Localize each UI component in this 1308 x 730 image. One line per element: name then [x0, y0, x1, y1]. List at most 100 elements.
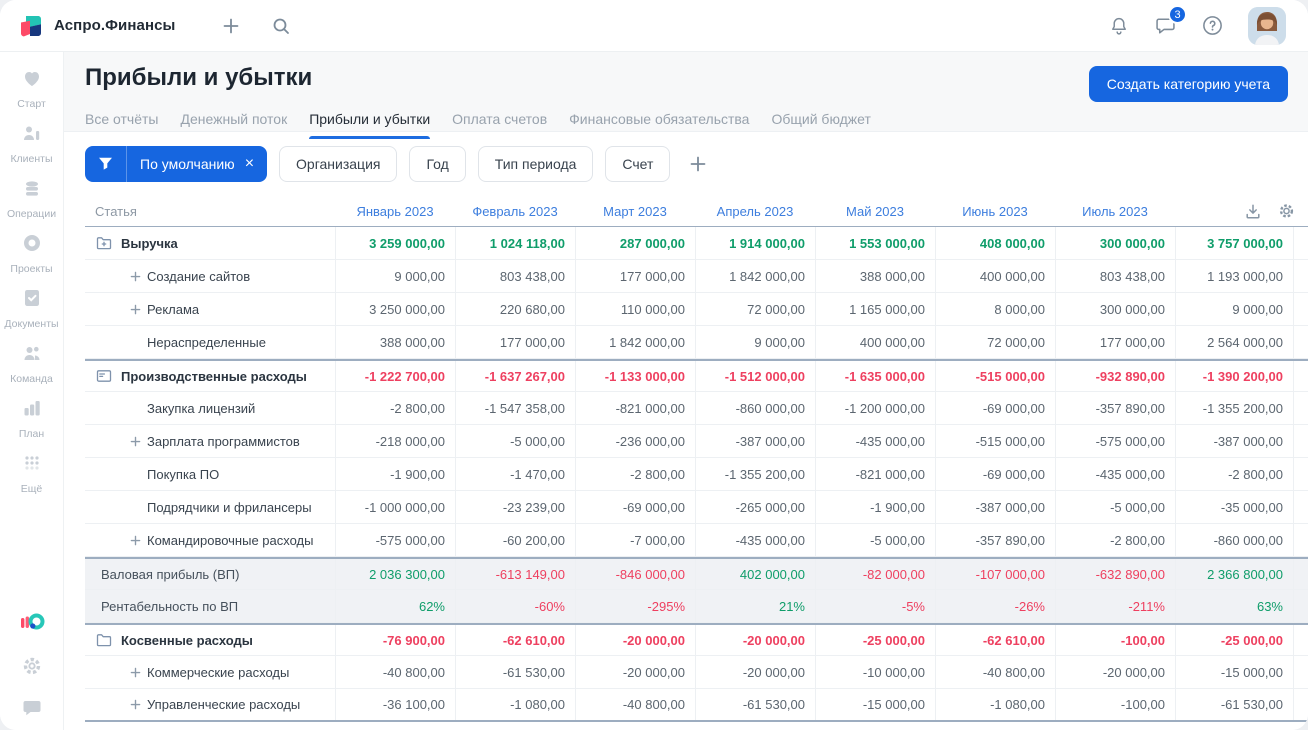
- cell-value: -25 000,00: [815, 625, 935, 655]
- row-label-cell[interactable]: Реклама: [85, 293, 335, 325]
- table-row[interactable]: Реклама 3 250 000,00 220 680,00 110 000,00 7…: [85, 293, 1308, 326]
- row-label: Валовая прибыль (ВП): [101, 566, 240, 582]
- tab-cash-flow[interactable]: Денежный поток: [180, 111, 287, 138]
- download-icon[interactable]: [1245, 203, 1261, 219]
- filter-bar: По умолчанию × Организация Год Тип перио…: [64, 132, 1308, 196]
- add-icon[interactable]: [221, 16, 241, 36]
- cell-value: -61 530,00: [695, 689, 815, 720]
- table-row[interactable]: Командировочные расходы -575 000,00 -60 20…: [85, 524, 1308, 557]
- cell-value: 8 000,00: [935, 293, 1055, 325]
- column-sliver: [1293, 227, 1308, 259]
- sidebar-item-label: Операции: [6, 207, 57, 220]
- settings-gear-icon[interactable]: [18, 654, 46, 678]
- expand-plus-icon[interactable]: [127, 304, 143, 315]
- row-label: Рентабельность по ВП: [101, 598, 239, 614]
- filter-chip-label: По умолчанию: [140, 156, 235, 172]
- search-icon[interactable]: [271, 16, 291, 36]
- cell-value: -26%: [935, 590, 1055, 622]
- sidebar-item-projects[interactable]: Проекты: [0, 225, 63, 280]
- table-row[interactable]: Зарплата программистов -218 000,00 -5 000,…: [85, 425, 1308, 458]
- cell-value: -1 355 200,00: [695, 458, 815, 490]
- row-label-cell[interactable]: Подрядчики и фрилансеры: [85, 491, 335, 523]
- table-row[interactable]: Закупка лицензий -2 800,00 -1 547 358,00 -8…: [85, 392, 1308, 425]
- tab-financial-liabilities[interactable]: Финансовые обязательства: [569, 111, 749, 138]
- remove-filter-icon[interactable]: ×: [243, 156, 267, 172]
- row-label: Закупка лицензий: [147, 400, 256, 416]
- row-label-cell[interactable]: Выручка: [85, 227, 335, 259]
- table-row[interactable]: Косвенные расходы -76 900,00 -62 610,00 -20…: [85, 623, 1308, 656]
- cell-value: -821 000,00: [575, 392, 695, 424]
- funnel-icon[interactable]: [85, 146, 127, 182]
- app-logo-icon[interactable]: [18, 13, 44, 39]
- table-row[interactable]: Валовая прибыль (ВП) 2 036 300,00 -613 149…: [85, 557, 1308, 590]
- row-label-cell[interactable]: Нераспределенные: [85, 326, 335, 358]
- expand-plus-icon[interactable]: [127, 667, 143, 678]
- table-row[interactable]: Выручка 3 259 000,00 1 024 118,00 287 000,0…: [85, 227, 1308, 260]
- row-label-cell[interactable]: Командировочные расходы: [85, 524, 335, 556]
- support-chat-icon[interactable]: [18, 696, 46, 720]
- messages-icon[interactable]: 3: [1154, 5, 1187, 37]
- add-filter-icon[interactable]: [688, 154, 708, 174]
- cell-value: -1 390 200,00: [1175, 361, 1293, 391]
- filter-period-type[interactable]: Тип периода: [477, 146, 594, 182]
- expand-plus-icon[interactable]: [127, 535, 143, 546]
- filter-year[interactable]: Год: [409, 146, 466, 182]
- table-body: Выручка 3 259 000,00 1 024 118,00 287 000,0…: [85, 227, 1308, 722]
- row-label-cell[interactable]: Закупка лицензий: [85, 392, 335, 424]
- expand-plus-icon[interactable]: [127, 436, 143, 447]
- default-filter-chip[interactable]: По умолчанию ×: [85, 146, 268, 182]
- filter-organization[interactable]: Организация: [279, 146, 398, 182]
- table-row[interactable]: Нераспределенные 388 000,00 177 000,00 1 84…: [85, 326, 1308, 359]
- expand-plus-icon[interactable]: [127, 699, 143, 710]
- sidebar-item-plan[interactable]: План: [0, 390, 63, 445]
- sidebar-item-documents[interactable]: Документы: [0, 280, 63, 335]
- sidebar-item-start[interactable]: Старт: [0, 60, 63, 115]
- row-label-cell[interactable]: Валовая прибыль (ВП): [85, 559, 335, 589]
- cell-value: -15 000,00: [815, 689, 935, 720]
- cell-value: -265 000,00: [695, 491, 815, 523]
- cell-value: -2 800,00: [575, 458, 695, 490]
- tab-general-budget[interactable]: Общий бюджет: [771, 111, 870, 138]
- sidebar-item-team[interactable]: Команда: [0, 335, 63, 390]
- row-label-cell[interactable]: Производственные расходы: [85, 361, 335, 391]
- row-label-cell[interactable]: Косвенные расходы: [85, 625, 335, 655]
- row-label-cell[interactable]: Коммерческие расходы: [85, 656, 335, 688]
- user-avatar[interactable]: [1248, 6, 1286, 45]
- table-row[interactable]: Производственные расходы -1 222 700,00 -1 …: [85, 359, 1308, 392]
- row-label-cell[interactable]: Рентабельность по ВП: [85, 590, 335, 622]
- row-label-cell[interactable]: Зарплата программистов: [85, 425, 335, 457]
- column-sliver: [1293, 293, 1308, 325]
- create-category-button[interactable]: Создать категорию учета: [1088, 66, 1288, 102]
- tab-invoice-payments[interactable]: Оплата счетов: [452, 111, 547, 138]
- bell-icon[interactable]: [1108, 15, 1130, 37]
- cell-value: 1 842 000,00: [575, 326, 695, 358]
- sidebar-item-more[interactable]: Ещё: [0, 445, 63, 500]
- tab-all-reports[interactable]: Все отчёты: [85, 111, 158, 138]
- filter-account[interactable]: Счет: [605, 146, 671, 182]
- table-row[interactable]: Подрядчики и фрилансеры -1 000 000,00 -23 …: [85, 491, 1308, 524]
- cell-value: 62%: [335, 590, 455, 622]
- cell-value: 3 259 000,00: [335, 227, 455, 259]
- help-icon[interactable]: [1201, 14, 1224, 37]
- table-row[interactable]: Рентабельность по ВП 62% -60% -295% 21% -5% -2…: [85, 590, 1308, 623]
- row-label-cell[interactable]: Покупка ПО: [85, 458, 335, 490]
- row-label-cell[interactable]: Создание сайтов: [85, 260, 335, 292]
- table-row[interactable]: Коммерческие расходы -40 800,00 -61 530,00…: [85, 656, 1308, 689]
- table-row[interactable]: Управленческие расходы -36 100,00 -1 080,0…: [85, 689, 1308, 722]
- cell-value: 72 000,00: [695, 293, 815, 325]
- table-row[interactable]: Покупка ПО -1 900,00 -1 470,00 -2 800,00 -1 …: [85, 458, 1308, 491]
- cell-value: -82 000,00: [815, 559, 935, 589]
- cell-value: 72 000,00: [935, 326, 1055, 358]
- cell-value: 177 000,00: [455, 326, 575, 358]
- product-logo-icon[interactable]: [18, 610, 46, 636]
- person-chart-icon: [20, 121, 44, 150]
- cell-value: 400 000,00: [815, 326, 935, 358]
- row-label: Косвенные расходы: [121, 632, 253, 648]
- tab-profit-loss[interactable]: Прибыли и убытки: [309, 111, 430, 139]
- sidebar-item-clients[interactable]: Клиенты: [0, 115, 63, 170]
- table-settings-gear-icon[interactable]: [1278, 203, 1295, 220]
- expand-plus-icon[interactable]: [127, 271, 143, 282]
- table-row[interactable]: Создание сайтов 9 000,00 803 438,00 177 000…: [85, 260, 1308, 293]
- row-label-cell[interactable]: Управленческие расходы: [85, 689, 335, 720]
- sidebar-item-operations[interactable]: Операции: [0, 170, 63, 225]
